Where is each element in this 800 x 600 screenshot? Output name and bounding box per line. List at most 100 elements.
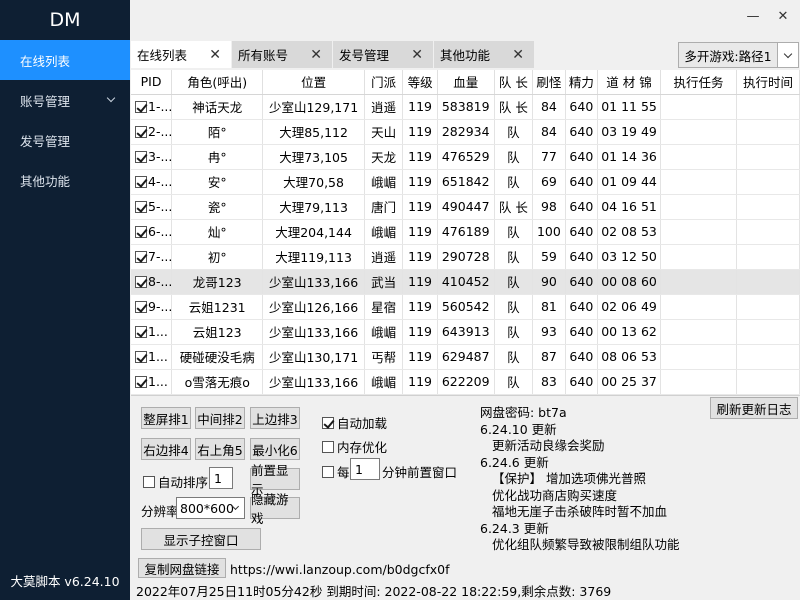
table-row[interactable]: 1-... 神话天龙 少室山129,171 逍遥 119 583819 队 长 84 640 01… <box>131 94 800 120</box>
front-interval-suffix: 分钟前置窗口 <box>382 465 458 480</box>
cell-pid[interactable]: 1... <box>131 369 173 395</box>
row-checkbox[interactable] <box>135 376 147 388</box>
col-items[interactable]: 道 材 锦 <box>597 70 661 95</box>
resolution-select[interactable]: 800*600 <box>176 497 245 519</box>
row-checkbox[interactable] <box>135 326 147 338</box>
table-row[interactable]: 8-... 龙哥123 少室山133,166 武当 119 410452 队 90 640 00 … <box>131 269 800 295</box>
netdisk-link[interactable]: https://wwi.lanzoup.com/b0dgcfx0f <box>230 562 449 577</box>
table-row[interactable]: 1... 硬碰硬没毛病 少室山130,171 丐帮 119 629487 队 87 640 08 … <box>131 344 800 370</box>
col-kill[interactable]: 刷怪 <box>532 70 566 95</box>
row-checkbox[interactable] <box>135 176 147 188</box>
cell-pid[interactable]: 2-... <box>131 119 173 145</box>
periodic-front-checkbox[interactable]: 每 <box>322 462 350 481</box>
col-position[interactable]: 位置 <box>262 70 365 95</box>
cell-pid[interactable]: 7-... <box>131 244 173 270</box>
col-time[interactable]: 执行时间 <box>736 70 800 95</box>
sidebar-item-online-list[interactable]: 在线列表 <box>0 40 130 80</box>
cell-role: o雪落无痕o <box>171 369 264 395</box>
tab-issue-manage[interactable]: 发号管理 ✕ <box>333 41 434 68</box>
auto-sort-input[interactable]: 1 <box>209 467 233 489</box>
auto-load-checkbox[interactable]: 自动加载 <box>322 413 387 432</box>
arrange-top-button[interactable]: 上边排3 <box>250 407 300 429</box>
cell-pid[interactable]: 3-... <box>131 144 173 170</box>
table-row[interactable]: 9-... 云姐1231 少室山126,166 星宿 119 560542 队 81 640 02… <box>131 294 800 320</box>
arrange-fullscreen-button[interactable]: 整屏排1 <box>141 407 191 429</box>
table-row[interactable]: 7-... 初° 大理119,113 逍遥 119 290728 队 59 640 03 12 5… <box>131 244 800 270</box>
row-checkbox[interactable] <box>135 351 147 363</box>
cell-time <box>736 94 800 120</box>
auto-sort-checkbox[interactable]: 自动排序 <box>143 472 208 491</box>
table-row[interactable]: 1... 云姐123 少室山133,166 峨嵋 119 643913 队 93 640 00 1… <box>131 319 800 345</box>
arrange-topright-button[interactable]: 右上角5 <box>195 438 245 460</box>
cell-task <box>660 369 738 395</box>
row-checkbox[interactable] <box>135 151 147 163</box>
cell-pid[interactable]: 8-... <box>131 269 173 295</box>
close-icon[interactable]: ✕ <box>773 6 793 26</box>
log-line: 网盘密码: bt7a <box>480 405 567 420</box>
cell-energy: 640 <box>565 194 599 220</box>
cell-items: 04 16 51 <box>597 194 661 220</box>
sidebar-item-issue-manage[interactable]: 发号管理 <box>0 120 130 160</box>
col-pid[interactable]: PID <box>131 70 173 95</box>
table-row[interactable]: 2-... 陌° 大理85,112 天山 119 282934 队 84 640 03 19 49 <box>131 119 800 145</box>
tab-online-list[interactable]: 在线列表 ✕ <box>131 41 232 68</box>
cell-items: 00 25 37 <box>597 369 661 395</box>
minimize-icon[interactable]: — <box>743 6 763 26</box>
close-icon[interactable]: ✕ <box>209 47 221 63</box>
row-checkbox[interactable] <box>135 276 147 288</box>
show-child-window-button[interactable]: 显示子控窗口 <box>141 528 261 550</box>
cell-pid[interactable]: 4-... <box>131 169 173 195</box>
checkbox-box[interactable] <box>322 440 334 453</box>
checkbox-box[interactable] <box>322 416 334 429</box>
memory-optimize-label: 内存优化 <box>337 440 388 455</box>
route-dropdown[interactable] <box>778 42 799 68</box>
cell-hp: 410452 <box>437 269 495 295</box>
row-checkbox[interactable] <box>135 101 147 113</box>
table-row[interactable]: 1... o雪落无痕o 少室山133,166 峨嵋 119 622209 队 83 640 00 … <box>131 369 800 395</box>
checkbox-box[interactable] <box>322 465 334 478</box>
col-hp[interactable]: 血量 <box>437 70 495 95</box>
row-checkbox[interactable] <box>135 301 147 313</box>
cell-hp: 290728 <box>437 244 495 270</box>
col-team[interactable]: 队 长 <box>494 70 534 95</box>
log-line: 更新活动良缘会奖励 <box>492 438 605 453</box>
cell-pid[interactable]: 5-... <box>131 194 173 220</box>
table-row[interactable]: 4-... 安° 大理70,58 峨嵋 119 651842 队 69 640 01 09 44 <box>131 169 800 195</box>
front-interval-input[interactable]: 1 <box>350 458 380 480</box>
cell-pid[interactable]: 1... <box>131 319 173 345</box>
tab-all-accounts[interactable]: 所有账号 ✕ <box>232 41 333 68</box>
tab-other[interactable]: 其他功能 ✕ <box>434 41 535 68</box>
row-checkbox[interactable] <box>135 226 147 238</box>
sidebar-item-other[interactable]: 其他功能 <box>0 160 130 200</box>
row-checkbox[interactable] <box>135 126 147 138</box>
col-role[interactable]: 角色(呼出) <box>171 70 264 95</box>
front-show-button[interactable]: 前置显示 <box>250 463 300 497</box>
col-task[interactable]: 执行任务 <box>660 70 738 95</box>
col-energy[interactable]: 精力 <box>565 70 599 95</box>
arrange-right-button[interactable]: 右边排4 <box>141 438 191 460</box>
cell-pid[interactable]: 6-... <box>131 219 173 245</box>
cell-pid[interactable]: 1... <box>131 344 173 370</box>
sidebar-item-account-manage[interactable]: 账号管理 <box>0 80 130 120</box>
pid-text: 8-... <box>148 274 172 289</box>
col-sect[interactable]: 门派 <box>364 70 404 95</box>
minimize-all-button[interactable]: 最小化6 <box>250 438 300 460</box>
table-row[interactable]: 6-... 灿° 大理204,144 峨嵋 119 476189 队 100 640 02 08 … <box>131 219 800 245</box>
checkbox-box[interactable] <box>143 475 155 488</box>
hide-game-button[interactable]: 隐藏游戏 <box>250 492 300 526</box>
close-icon[interactable]: ✕ <box>411 47 423 63</box>
row-checkbox[interactable] <box>135 251 147 263</box>
row-checkbox[interactable] <box>135 201 147 213</box>
table-row[interactable]: 3-... 冉° 大理73,105 天龙 119 476529 队 77 640 01 14 36 <box>131 144 800 170</box>
close-icon[interactable]: ✕ <box>512 47 524 63</box>
cell-pid[interactable]: 9-... <box>131 294 173 320</box>
arrange-middle-button[interactable]: 中间排2 <box>195 407 245 429</box>
cell-pid[interactable]: 1-... <box>131 94 173 120</box>
table-row[interactable]: 5-... 瓷° 大理79,113 唐门 119 490447 队 长 98 640 04 16 … <box>131 194 800 220</box>
refresh-log-button[interactable]: 刷新更新日志 <box>710 397 798 419</box>
copy-netdisk-link-button[interactable]: 复制网盘链接 <box>138 558 226 578</box>
multi-game-route-button[interactable]: 多开游戏:路径1 <box>678 42 778 68</box>
close-icon[interactable]: ✕ <box>310 47 322 63</box>
memory-optimize-checkbox[interactable]: 内存优化 <box>322 437 387 456</box>
col-level[interactable]: 等级 <box>402 70 438 95</box>
